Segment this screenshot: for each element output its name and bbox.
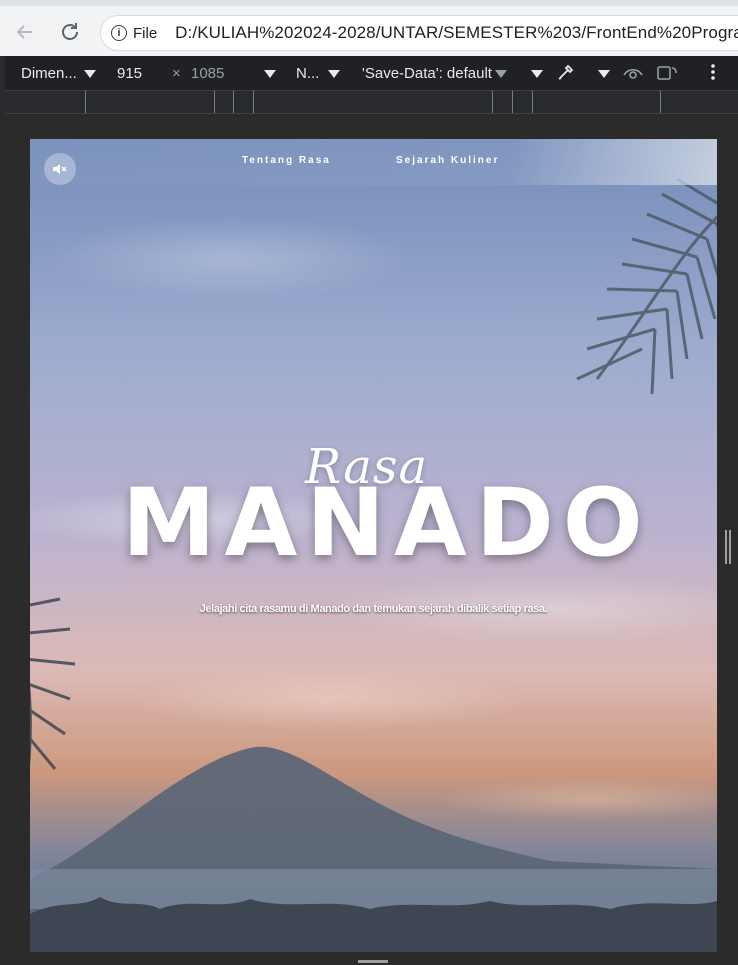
device-toolbar: Dimen... 915 × 1085 N... 'Save-Data': de…	[5, 56, 738, 90]
nav-link-tentang-rasa[interactable]: Tentang Rasa	[242, 155, 331, 166]
page-viewport: Tentang Rasa Sejarah Kuliner Rasa MANADO…	[30, 139, 717, 952]
reload-icon[interactable]	[56, 18, 84, 46]
height-input[interactable]: 1085	[191, 65, 224, 82]
mountain-silhouette-image	[30, 746, 717, 952]
network-chevron-down-icon[interactable]	[328, 65, 340, 82]
network-throttle-dropdown[interactable]: N...	[296, 65, 319, 82]
mute-speaker-icon	[53, 164, 67, 174]
dimensions-dropdown[interactable]: Dimen...	[21, 65, 77, 82]
info-icon[interactable]: i	[111, 25, 127, 41]
url-text[interactable]: D:/KULIAH%202024-2028/UNTAR/SEMESTER%203…	[175, 23, 738, 43]
eyedropper-icon[interactable]	[555, 61, 577, 87]
back-arrow-icon[interactable]	[10, 18, 38, 46]
vision-eye-icon[interactable]	[622, 62, 644, 88]
picker-chevron-down-icon[interactable]	[598, 65, 610, 82]
address-bar[interactable]: i File D:/KULIAH%202024-2028/UNTAR/SEMES…	[100, 15, 738, 51]
resize-handle[interactable]	[725, 530, 731, 564]
file-scheme-label: File	[133, 24, 158, 42]
times-icon: ×	[172, 65, 181, 82]
hero-subtitle: Jelajahi cita rasamu di Manado dan temuk…	[199, 603, 548, 615]
rotate-device-icon[interactable]	[655, 62, 679, 88]
top-navbar: Tentang Rasa Sejarah Kuliner	[30, 139, 717, 185]
more-options-icon[interactable]	[709, 61, 717, 87]
palm-leaf-top-right-image	[576, 179, 717, 395]
save-data-dropdown[interactable]: 'Save-Data': default	[362, 65, 492, 82]
more-chevron-down-icon[interactable]	[531, 65, 543, 82]
browser-address-row: i File D:/KULIAH%202024-2028/UNTAR/SEMES…	[0, 0, 738, 56]
hero-title: MANADO	[122, 469, 652, 578]
zoom-chevron-down-icon[interactable]	[264, 65, 276, 82]
dimensions-chevron-down-icon[interactable]	[84, 65, 96, 82]
width-input[interactable]: 915	[117, 65, 142, 82]
mute-toggle-button[interactable]	[44, 153, 76, 185]
save-data-chevron-down-icon[interactable]	[495, 65, 507, 82]
bottom-resize-grip[interactable]	[358, 960, 388, 963]
media-query-ruler[interactable]	[5, 90, 738, 114]
nav-link-sejarah-kuliner[interactable]: Sejarah Kuliner	[396, 155, 499, 166]
